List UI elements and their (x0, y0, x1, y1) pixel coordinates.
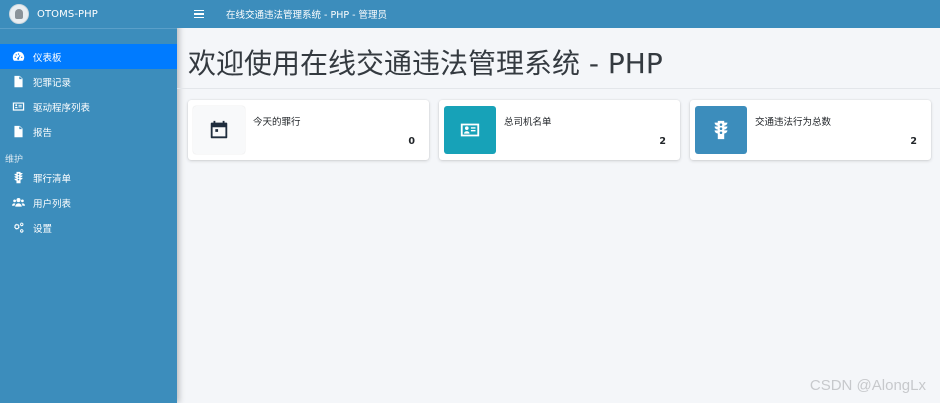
sidebar-item-crime-records[interactable]: 犯罪记录 (0, 69, 177, 94)
sidebar-item-settings[interactable]: 设置 (0, 215, 177, 240)
users-icon (11, 196, 25, 210)
sidebar-menu: 仪表板 犯罪记录 驱动程序列表 报告 维护 罪行清单 用户列表 设置 (0, 44, 177, 240)
top-navbar: 在线交通违法管理系统 - PHP - 管理员 (177, 0, 940, 28)
sidebar: OTOMS-PHP 仪表板 犯罪记录 驱动程序列表 报告 维护 罪行清单 用户列… (0, 0, 177, 403)
id-card-icon (11, 100, 25, 114)
traffic-light-icon (695, 106, 747, 154)
brand-name: OTOMS-PHP (37, 8, 98, 20)
stat-label: 交通违法行为总数 (755, 117, 832, 128)
page-title: 欢迎使用在线交通违法管理系统 - PHP (188, 47, 663, 80)
file-icon (11, 75, 25, 89)
dashboard-icon (11, 50, 25, 64)
sidebar-item-label: 报告 (33, 127, 53, 139)
sidebar-item-user-list[interactable]: 用户列表 (0, 190, 177, 215)
id-card-icon (444, 106, 496, 154)
stat-box-total-violations[interactable]: 交通违法行为总数 2 (690, 100, 931, 160)
calendar-icon (193, 106, 245, 154)
stat-value: 0 (408, 136, 415, 147)
traffic-light-icon (11, 171, 25, 185)
sidebar-item-driver-list[interactable]: 驱动程序列表 (0, 94, 177, 119)
title-divider (177, 88, 940, 89)
main-content: 欢迎使用在线交通违法管理系统 - PHP 今天的罪行 0 总司机名单 2 交通违… (177, 28, 940, 403)
sidebar-item-label: 驱动程序列表 (33, 102, 91, 114)
sidebar-item-label: 设置 (33, 223, 53, 235)
sidebar-section-header: 维护 (5, 155, 24, 165)
file-icon (11, 125, 25, 139)
sidebar-item-label: 罪行清单 (33, 173, 72, 185)
sidebar-item-label: 用户列表 (33, 198, 72, 210)
brand-link[interactable]: OTOMS-PHP (0, 0, 177, 29)
brand-logo-icon (9, 4, 29, 24)
system-title: 在线交通违法管理系统 - PHP - 管理员 (226, 10, 388, 21)
stat-label: 总司机名单 (504, 117, 552, 128)
watermark: CSDN @AlongLx (809, 377, 926, 394)
stat-value: 2 (659, 136, 666, 147)
sidebar-item-reports[interactable]: 报告 (0, 119, 177, 144)
gears-icon (11, 221, 25, 235)
stat-box-today-offenses[interactable]: 今天的罪行 0 (188, 100, 429, 160)
sidebar-item-label: 仪表板 (33, 52, 62, 64)
sidebar-item-label: 犯罪记录 (33, 77, 72, 89)
stat-box-total-drivers[interactable]: 总司机名单 2 (439, 100, 680, 160)
menu-toggle-icon[interactable] (194, 9, 204, 19)
stat-label: 今天的罪行 (253, 117, 301, 128)
sidebar-item-dashboard[interactable]: 仪表板 (0, 44, 177, 69)
stat-value: 2 (910, 136, 917, 147)
sidebar-item-offense-list[interactable]: 罪行清单 (0, 165, 177, 190)
